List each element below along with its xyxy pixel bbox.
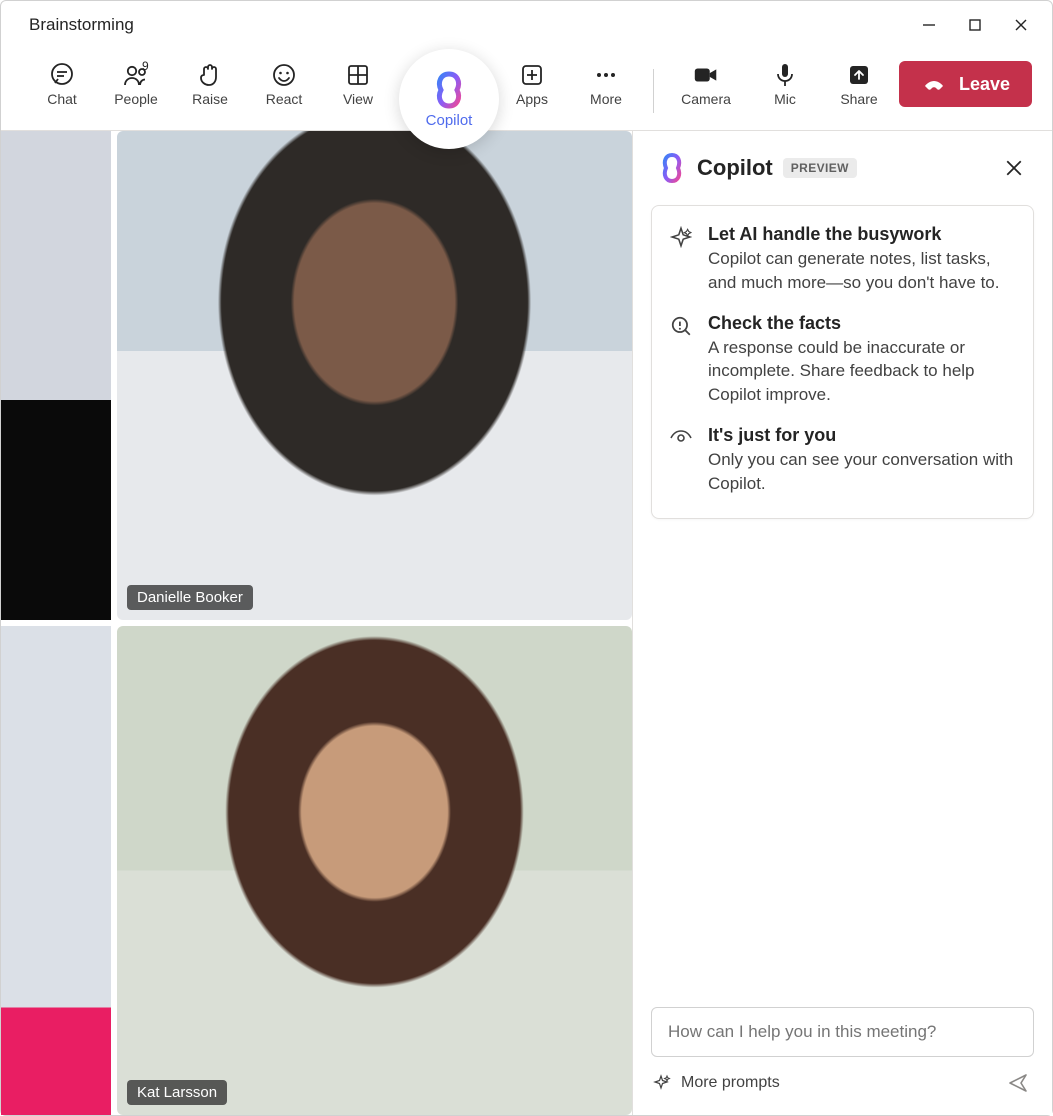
chat-icon [48, 61, 76, 89]
video-tile[interactable] [1, 626, 111, 1115]
copilot-logo-icon [657, 153, 687, 183]
people-count-badge: 9 [142, 59, 149, 73]
more-button[interactable]: More [569, 55, 643, 107]
react-button[interactable]: React [247, 55, 321, 107]
eye-icon [670, 425, 694, 496]
video-tile[interactable]: Kat Larsson [117, 626, 632, 1115]
sparkle-icon [653, 1074, 671, 1092]
people-button[interactable]: 9 People [99, 55, 173, 107]
people-label: People [114, 91, 158, 107]
view-button[interactable]: View [321, 55, 395, 107]
participant-video [117, 131, 632, 620]
window-controls [906, 5, 1044, 45]
toolbar-divider [653, 69, 654, 113]
video-tile[interactable] [1, 131, 111, 620]
more-prompts-button[interactable]: More prompts [653, 1074, 780, 1092]
participant-video [117, 626, 632, 1115]
copilot-intro-block: Let AI handle the busywork Copilot can g… [670, 224, 1015, 295]
apps-icon [518, 61, 546, 89]
apps-button[interactable]: Apps [495, 55, 569, 107]
camera-label: Camera [681, 91, 731, 107]
send-button[interactable] [1004, 1069, 1032, 1097]
close-window-button[interactable] [998, 5, 1044, 45]
participant-video [1, 626, 111, 1115]
video-grid: Danielle Booker Kat Larsson [1, 131, 632, 1115]
copilot-footer: More prompts [633, 1057, 1052, 1115]
copilot-input-wrap [633, 1007, 1052, 1057]
meeting-body: Danielle Booker Kat Larsson Copilot PREV… [1, 131, 1052, 1115]
camera-button[interactable]: Camera [664, 55, 748, 107]
more-icon [592, 61, 620, 89]
people-icon: 9 [122, 61, 150, 89]
title-bar: Brainstorming [1, 1, 1052, 49]
mic-label: Mic [774, 91, 796, 107]
participant-video [1, 131, 111, 620]
phone-hangup-icon [921, 71, 947, 97]
copilot-panel-header: Copilot PREVIEW [633, 131, 1052, 193]
share-button[interactable]: Share [822, 55, 896, 107]
sparkle-icon [670, 224, 694, 295]
share-icon [845, 61, 873, 89]
copilot-intro-block: Check the facts A response could be inac… [670, 313, 1015, 407]
copilot-panel: Copilot PREVIEW Let AI handle the busywo… [632, 131, 1052, 1115]
close-icon [1005, 159, 1023, 177]
raise-hand-button[interactable]: Raise [173, 55, 247, 107]
share-label: Share [840, 91, 877, 107]
react-label: React [266, 91, 303, 107]
copilot-preview-badge: PREVIEW [783, 158, 857, 178]
react-icon [270, 61, 298, 89]
apps-label: Apps [516, 91, 548, 107]
chat-button[interactable]: Chat [25, 55, 99, 107]
raise-hand-icon [196, 61, 224, 89]
view-icon [344, 61, 372, 89]
copilot-button[interactable]: Copilot [399, 49, 499, 149]
participant-name-tag: Kat Larsson [127, 1080, 227, 1105]
block-heading: Let AI handle the busywork [708, 224, 1015, 245]
copilot-intro-block: It's just for you Only you can see your … [670, 425, 1015, 496]
view-label: View [343, 91, 373, 107]
minimize-button[interactable] [906, 5, 952, 45]
send-icon [1007, 1072, 1029, 1094]
leave-label: Leave [959, 74, 1010, 95]
video-tile[interactable]: Danielle Booker [117, 131, 632, 620]
mic-button[interactable]: Mic [748, 55, 822, 107]
raise-hand-label: Raise [192, 91, 228, 107]
block-body: Only you can see your conversation with … [708, 448, 1015, 496]
more-label: More [590, 91, 622, 107]
copilot-panel-title: Copilot [697, 155, 773, 181]
block-heading: Check the facts [708, 313, 1015, 334]
copilot-close-button[interactable] [1000, 154, 1028, 182]
window-title: Brainstorming [29, 15, 906, 35]
copilot-icon [429, 70, 469, 110]
copilot-intro-card: Let AI handle the busywork Copilot can g… [651, 205, 1034, 519]
mic-icon [771, 61, 799, 89]
camera-icon [692, 61, 720, 89]
block-body: Copilot can generate notes, list tasks, … [708, 247, 1015, 295]
chat-label: Chat [47, 91, 77, 107]
copilot-label: Copilot [426, 112, 473, 129]
copilot-input[interactable] [651, 1007, 1034, 1057]
participant-name-tag: Danielle Booker [127, 585, 253, 610]
maximize-button[interactable] [952, 5, 998, 45]
magnifier-icon [670, 313, 694, 407]
leave-button[interactable]: Leave [899, 61, 1032, 107]
block-body: A response could be inaccurate or incomp… [708, 336, 1015, 407]
meeting-toolbar: Chat 9 People Raise React View Apps [1, 49, 1052, 131]
more-prompts-label: More prompts [681, 1074, 780, 1092]
block-heading: It's just for you [708, 425, 1015, 446]
